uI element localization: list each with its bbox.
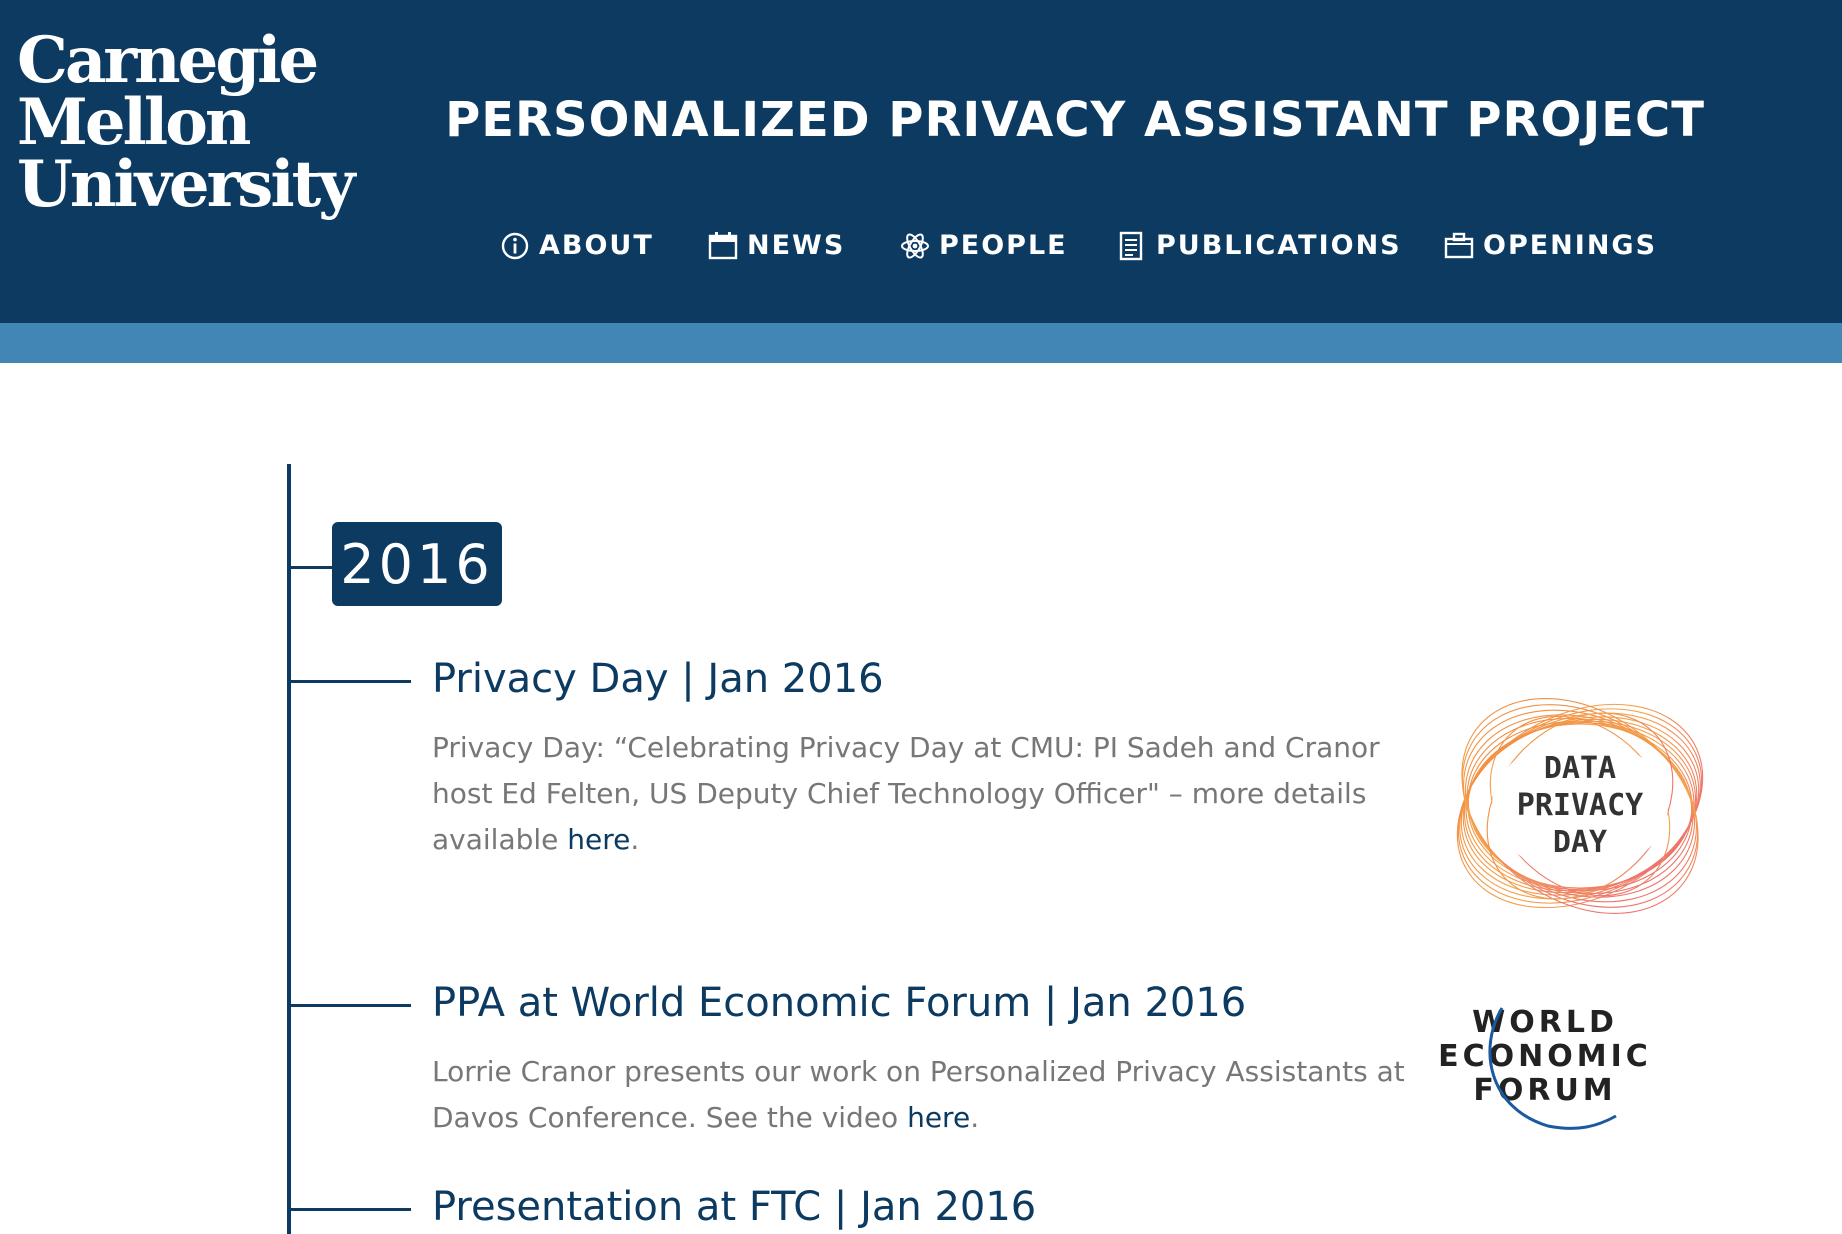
item-title-privacy-day: Privacy Day | Jan 2016 [432,656,884,702]
data-privacy-day-logo[interactable]: DATA PRIVACY DAY [1440,675,1720,937]
dpd-line-3: DAY [1553,825,1607,860]
nav-publications-label: PUBLICATIONS [1156,230,1402,261]
logo-line-1: Carnegie [17,23,319,98]
nav-people-label: PEOPLE [939,230,1068,261]
timeline-connector-3 [291,1208,411,1211]
header-stripe [0,323,1842,363]
privacy-day-here-link[interactable]: here [567,823,630,856]
item-title-ftc: Presentation at FTC | Jan 2016 [432,1184,1037,1230]
item-desc-end: . [630,823,640,856]
timeline-connector-1 [291,680,411,683]
dpd-line-2: PRIVACY [1517,788,1643,823]
site-header: Carnegie Mellon University PERSONALIZED … [0,0,1842,323]
site-title[interactable]: PERSONALIZED PRIVACY ASSISTANT PROJECT [430,92,1720,148]
logo-line-2: Mellon [17,85,251,160]
item-desc-wef: Lorrie Cranor presents our work on Perso… [432,1049,1432,1141]
info-icon [501,232,529,259]
item-desc-end: . [970,1101,980,1134]
timeline-connector-2 [291,1004,411,1007]
dpd-line-1: DATA [1544,751,1616,786]
atom-icon [901,232,929,259]
logo-line-3: University [17,147,355,222]
wef-here-link[interactable]: here [907,1101,970,1134]
nav-openings[interactable]: OPENINGS [1444,230,1657,261]
item-title-wef: PPA at World Economic Forum | Jan 2016 [432,980,1247,1026]
document-icon [1119,231,1143,260]
nav-publications[interactable]: PUBLICATIONS [1117,230,1402,261]
nav-about-label: ABOUT [539,230,654,261]
wef-line-2: ECONOMIC [1438,1039,1652,1074]
nav-openings-label: OPENINGS [1483,230,1658,261]
nav-people[interactable]: PEOPLE [900,230,1068,261]
nav-news[interactable]: NEWS [708,230,845,261]
briefcase-icon [1444,232,1474,258]
calendar-icon [708,231,738,259]
timeline-line [287,464,291,1234]
item-desc-privacy-day: Privacy Day: “Celebrating Privacy Day at… [432,725,1432,863]
nav-news-label: NEWS [747,230,846,261]
year-connector [291,566,333,569]
world-economic-forum-logo[interactable]: WORLD ECONOMIC FORUM [1438,998,1652,1132]
cmu-logo[interactable]: Carnegie Mellon University [17,23,355,222]
nav-about[interactable]: ABOUT [500,230,654,261]
year-badge: 2016 [332,522,502,606]
